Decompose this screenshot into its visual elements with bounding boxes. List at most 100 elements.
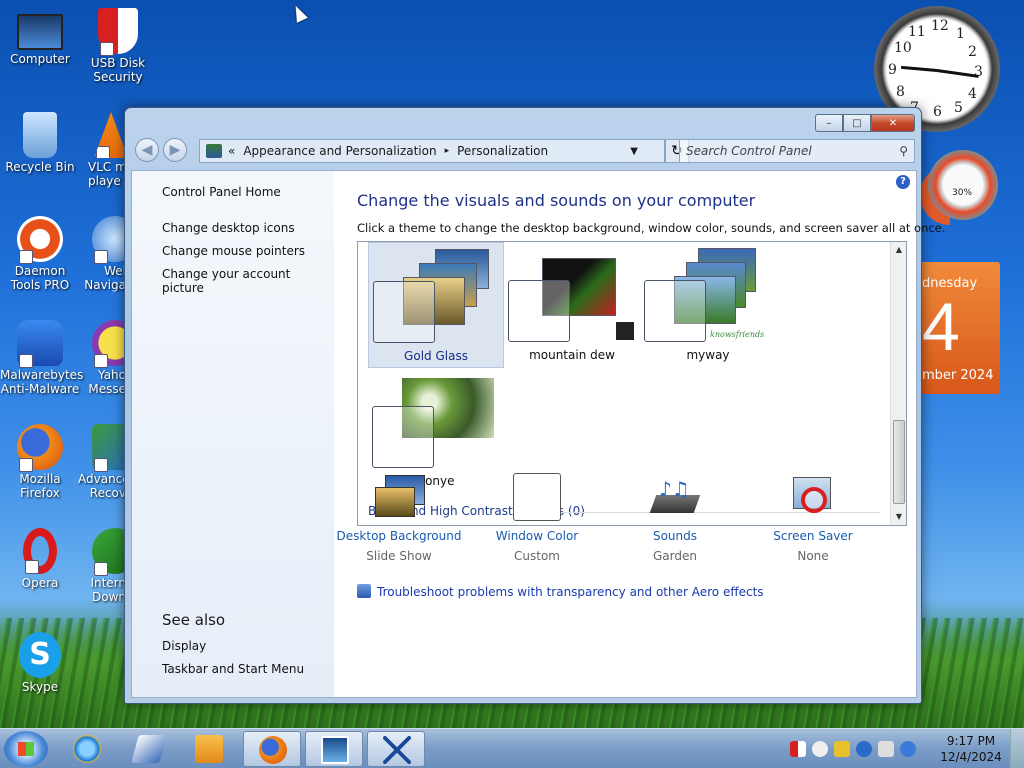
breadcrumb-appearance[interactable]: Appearance and Personalization xyxy=(243,144,436,158)
theme-thumbnail xyxy=(504,242,640,346)
mountain-dew-logo-icon xyxy=(616,322,634,340)
desktop-icon-web-navigator[interactable]: Wel Naviga xyxy=(78,216,126,292)
change-account-picture-link[interactable]: Change your account picture xyxy=(162,267,334,295)
desktop-icon-label: VLC m playe xyxy=(88,160,127,188)
desktop-background-icon xyxy=(375,473,425,521)
desktop-icon-label: Advance Recov xyxy=(78,472,126,500)
calendar-gadget[interactable]: dnesday 4 mber 2024 xyxy=(920,262,1000,394)
help-icon[interactable]: ? xyxy=(896,175,910,189)
minimize-button[interactable]: – xyxy=(815,114,843,132)
scroll-up-icon[interactable]: ▲ xyxy=(891,242,907,258)
desktop-background-option[interactable]: Desktop Background Slide Show xyxy=(334,473,464,563)
desktop-icon-label: Computer xyxy=(10,52,70,66)
back-button[interactable]: ◀ xyxy=(135,138,159,162)
taskbar-app[interactable] xyxy=(367,731,425,767)
breadcrumb-separator[interactable]: ▸ xyxy=(445,146,450,156)
windows-logo-icon xyxy=(18,742,34,756)
desktop-icon-yahoo-messenger[interactable]: Yaho Messe xyxy=(78,320,126,396)
desktop-icon-recycle-bin[interactable]: Recycle Bin xyxy=(0,112,80,174)
taskbar-windows-explorer[interactable] xyxy=(120,731,178,767)
change-mouse-pointers-link[interactable]: Change mouse pointers xyxy=(162,244,305,258)
desktop-icon-malwarebytes[interactable]: Malwarebytes Anti-Malware xyxy=(0,320,83,396)
left-pane: Control Panel Home Change desktop icons … xyxy=(132,171,334,697)
search-placeholder: Search Control Panel xyxy=(686,144,812,158)
network-tray-icon[interactable] xyxy=(856,741,872,757)
forward-button[interactable]: ▶ xyxy=(163,138,187,162)
recycle-bin-icon xyxy=(23,112,57,158)
taskbar-firefox[interactable] xyxy=(243,731,301,767)
show-desktop-button[interactable] xyxy=(1010,729,1024,768)
main-pane: ? Change the visuals and sounds on your … xyxy=(334,171,945,697)
volume-tray-icon[interactable] xyxy=(900,741,916,757)
option-subtitle: Slide Show xyxy=(366,549,432,563)
taskbar-clock[interactable]: 9:17 PM 12/4/2024 xyxy=(940,733,1002,765)
theme-label: mountain dew xyxy=(529,348,615,362)
clock-number: 12 xyxy=(931,18,949,34)
control-panel-icon xyxy=(206,144,222,158)
clock-minute-hand xyxy=(936,69,979,78)
shield-tray-icon[interactable] xyxy=(790,741,806,757)
address-bar[interactable]: « Appearance and Personalization ▸ Perso… xyxy=(199,139,665,163)
breadcrumb-overflow[interactable]: « xyxy=(228,144,235,158)
taskbar-media-player[interactable] xyxy=(180,731,238,767)
clock-number: 1 xyxy=(956,26,965,42)
internet-explorer-icon xyxy=(73,735,101,763)
mouse-cursor-icon xyxy=(290,3,308,23)
malwarebytes-icon xyxy=(17,320,63,368)
close-button[interactable]: ✕ xyxy=(871,114,915,132)
cpu-meter-gadget[interactable]: 30% xyxy=(928,150,998,220)
myway-caption: knowsfriends xyxy=(710,330,765,339)
theme-myway[interactable]: knowsfriends myway xyxy=(640,242,776,368)
desktop-icon-label: Mozilla Firefox xyxy=(19,472,61,500)
taskbar-internet-explorer[interactable] xyxy=(58,731,116,767)
desktop-icon-skype[interactable]: S Skype xyxy=(0,632,80,694)
desktop-icon-internet-download[interactable]: Intern Down xyxy=(78,528,126,604)
taskbar-date: 12/4/2024 xyxy=(940,750,1002,764)
display-link[interactable]: Display xyxy=(162,639,206,653)
desktop-icon-computer[interactable]: Computer xyxy=(0,10,80,66)
calendar-month: mber 2024 xyxy=(922,368,994,383)
troubleshoot-icon xyxy=(357,584,371,598)
gear-tray-icon[interactable] xyxy=(834,741,850,757)
sounds-option[interactable]: ♪♫ Sounds Garden xyxy=(610,473,740,563)
desktop-icon-advanced-recovery[interactable]: Advance Recov xyxy=(78,424,126,500)
scrollbar-thumb[interactable] xyxy=(893,420,905,504)
troubleshoot-link[interactable]: Troubleshoot problems with transparency … xyxy=(357,584,764,599)
chat-tray-icon[interactable] xyxy=(812,741,828,757)
opera-icon xyxy=(23,528,57,574)
change-desktop-icons-link[interactable]: Change desktop icons xyxy=(162,221,295,235)
skype-icon: S xyxy=(19,632,61,678)
theme-thumbnail xyxy=(368,368,504,472)
desktop-icon-daemon-tools[interactable]: Daemon Tools PRO xyxy=(0,216,80,292)
taskbar-start-menu-link[interactable]: Taskbar and Start Menu xyxy=(162,662,304,676)
taskbar: 9:17 PM 12/4/2024 xyxy=(0,728,1024,768)
option-title: Desktop Background xyxy=(336,529,462,543)
address-dropdown-icon[interactable]: ▼ xyxy=(630,146,638,157)
maximize-button[interactable]: □ xyxy=(843,114,871,132)
desktop-icon-opera[interactable]: Opera xyxy=(0,528,80,590)
desktop-icon-label: Daemon Tools PRO xyxy=(10,264,70,292)
taskbar-personalization[interactable] xyxy=(305,731,363,767)
screen-saver-none-icon xyxy=(789,473,837,521)
display-tray-icon[interactable] xyxy=(878,741,894,757)
breadcrumb-personalization[interactable]: Personalization xyxy=(457,144,548,158)
theme-list-scrollbar[interactable]: ▲ ▼ xyxy=(890,242,906,525)
see-also-heading: See also xyxy=(162,611,226,629)
window-color-option[interactable]: Window Color Custom xyxy=(472,473,602,563)
search-input[interactable]: Search Control Panel ⚲ xyxy=(679,139,915,163)
desktop-icon-usb-disk-security[interactable]: USB Disk Security xyxy=(78,8,158,84)
desktop-icon-vlc[interactable]: VLC m playe xyxy=(78,112,128,188)
control-panel-home-link[interactable]: Control Panel Home xyxy=(162,185,281,199)
desktop-icon-label: Recycle Bin xyxy=(5,160,75,174)
scroll-down-icon[interactable]: ▼ xyxy=(891,509,907,525)
desktop-icon-label: Intern Down xyxy=(90,576,126,604)
option-title: Screen Saver xyxy=(773,529,853,543)
screen-saver-option[interactable]: Screen Saver None xyxy=(748,473,878,563)
start-button[interactable] xyxy=(4,731,48,767)
media-player-icon xyxy=(195,735,223,763)
theme-gold-glass[interactable]: Gold Glass xyxy=(368,242,504,368)
desktop-icon-label: Opera xyxy=(21,576,59,590)
desktop-icon-firefox[interactable]: Mozilla Firefox xyxy=(0,424,80,500)
theme-mountain-dew[interactable]: mountain dew xyxy=(504,242,640,368)
search-icon[interactable]: ⚲ xyxy=(899,140,908,162)
